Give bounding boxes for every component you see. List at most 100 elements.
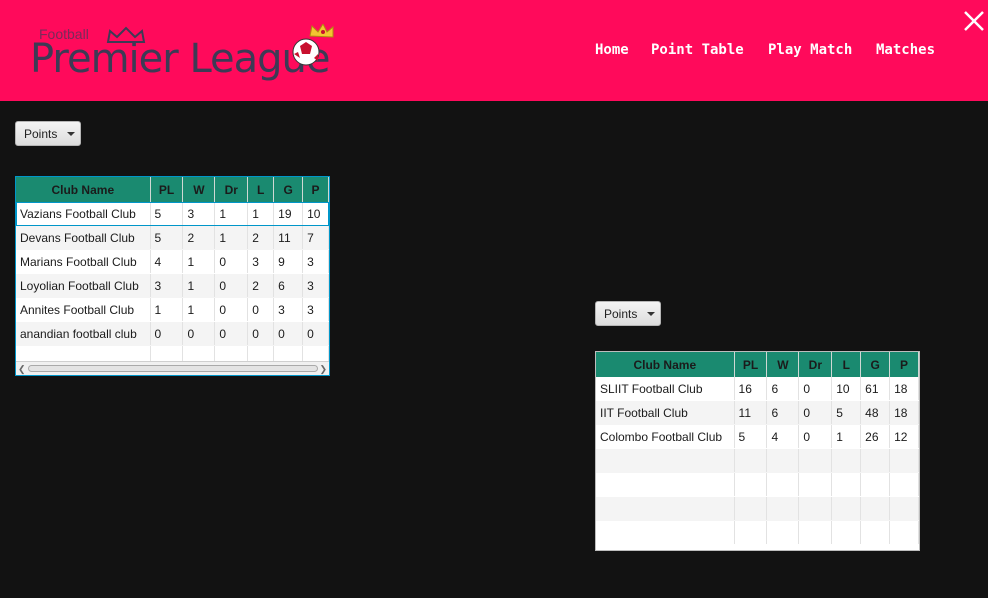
table-cell: 0 [215, 322, 249, 345]
table-cell: 4 [151, 250, 184, 273]
table-cell: 2 [248, 226, 275, 249]
table-cell: 3 [303, 250, 329, 273]
table-cell: 16 [735, 377, 768, 400]
table-cell: 61 [861, 377, 891, 400]
right-sort-dropdown[interactable]: Points [595, 301, 661, 326]
table-cell: 1 [183, 250, 216, 273]
football-crown-icon [292, 24, 334, 66]
table-cell: 4 [767, 425, 800, 448]
left-table-scrollbar[interactable]: ❮ ❯ [16, 361, 329, 375]
table-row[interactable] [596, 521, 919, 545]
close-icon[interactable] [962, 9, 986, 33]
table-cell: 0 [215, 298, 249, 321]
table-row[interactable]: SLIIT Football Club 16 6 0 10 61 18 [596, 377, 919, 401]
column-header[interactable]: Dr [215, 177, 249, 202]
table-row[interactable]: anandian football club 0 0 0 0 0 0 [16, 322, 329, 346]
table-cell [832, 497, 862, 520]
column-header[interactable]: L [248, 177, 275, 202]
table-cell: 18 [890, 401, 919, 424]
table-cell [735, 497, 768, 520]
table-cell: 48 [861, 401, 891, 424]
table-cell: Devans Football Club [16, 226, 151, 249]
table-row[interactable] [596, 449, 919, 473]
chevron-down-icon [67, 131, 76, 136]
scrollbar-thumb[interactable] [28, 365, 318, 372]
table-cell: 0 [215, 250, 249, 273]
table-cell: 6 [274, 274, 304, 297]
table-cell: 0 [799, 377, 833, 400]
right-table-header: Club Name PL W Dr L G P [596, 352, 919, 377]
table-cell [861, 449, 891, 472]
column-header[interactable]: Club Name [16, 177, 151, 202]
table-row[interactable]: Colombo Football Club 5 4 0 1 26 12 [596, 425, 919, 449]
table-cell [799, 497, 833, 520]
table-row[interactable]: IIT Football Club 11 6 0 5 48 18 [596, 401, 919, 425]
table-row[interactable]: Devans Football Club 5 2 1 2 11 7 [16, 226, 329, 250]
table-cell: 19 [274, 202, 304, 225]
table-cell: Marians Football Club [16, 250, 151, 273]
table-cell [767, 473, 800, 496]
table-cell: 1 [248, 202, 275, 225]
table-cell: 1 [183, 298, 216, 321]
table-cell: 0 [274, 322, 304, 345]
table-cell: 1 [151, 298, 184, 321]
table-cell [861, 473, 891, 496]
table-row[interactable]: Annites Football Club 1 1 0 0 3 3 [16, 298, 329, 322]
right-table-body: SLIIT Football Club 16 6 0 10 61 18 IIT Footbal… [596, 377, 919, 545]
table-cell: 10 [303, 202, 329, 225]
left-points-table[interactable]: Club Name PL W Dr L G P Vazians Football Club 5… [15, 176, 330, 376]
table-cell: 6 [767, 401, 800, 424]
nav-matches[interactable]: Matches [876, 42, 935, 58]
table-cell [890, 473, 919, 496]
table-cell: 12 [890, 425, 919, 448]
table-cell: 0 [215, 274, 249, 297]
table-cell: 1 [215, 226, 249, 249]
nav-play-match[interactable]: Play Match [768, 42, 852, 58]
column-header[interactable]: L [832, 352, 862, 377]
scroll-left-icon[interactable]: ❮ [18, 364, 26, 375]
column-header[interactable]: P [303, 177, 329, 202]
table-cell: 11 [274, 226, 304, 249]
column-header[interactable]: W [183, 177, 216, 202]
table-cell [799, 473, 833, 496]
table-cell: 3 [303, 298, 329, 321]
table-cell [890, 497, 919, 520]
table-cell: 1 [215, 202, 249, 225]
table-cell: 0 [303, 322, 329, 345]
right-points-table[interactable]: Club Name PL W Dr L G P SLIIT Football Club 16 6… [595, 351, 920, 551]
table-cell [596, 473, 735, 496]
table-cell: 5 [151, 202, 184, 225]
table-cell: 3 [303, 274, 329, 297]
column-header[interactable]: G [861, 352, 891, 377]
table-cell [890, 521, 919, 544]
nav-point-table[interactable]: Point Table [651, 42, 744, 58]
scroll-right-icon[interactable]: ❯ [319, 364, 327, 375]
table-row[interactable]: Vazians Football Club 5 3 1 1 19 10 [16, 202, 329, 226]
column-header[interactable]: PL [151, 177, 184, 202]
table-cell [799, 449, 833, 472]
table-cell: 26 [861, 425, 891, 448]
table-row[interactable] [596, 497, 919, 521]
table-cell [832, 473, 862, 496]
table-cell [832, 449, 862, 472]
table-cell: 0 [183, 322, 216, 345]
left-sort-dropdown[interactable]: Points [15, 121, 81, 146]
column-header[interactable]: Club Name [596, 352, 735, 377]
table-cell [861, 497, 891, 520]
column-header[interactable]: PL [735, 352, 768, 377]
left-table-header: Club Name PL W Dr L G P [16, 177, 329, 202]
table-cell: 2 [248, 274, 275, 297]
table-row[interactable]: Marians Football Club 4 1 0 3 9 3 [16, 250, 329, 274]
column-header[interactable]: W [767, 352, 800, 377]
table-row[interactable] [596, 473, 919, 497]
nav-home[interactable]: Home [595, 42, 629, 58]
column-header[interactable]: G [274, 177, 304, 202]
table-cell: 3 [248, 250, 275, 273]
table-cell: 5 [151, 226, 184, 249]
table-cell: anandian football club [16, 322, 151, 345]
column-header[interactable]: Dr [799, 352, 833, 377]
chevron-down-icon [647, 311, 656, 316]
table-row[interactable]: Loyolian Football Club 3 1 0 2 6 3 [16, 274, 329, 298]
table-cell: 3 [151, 274, 184, 297]
column-header[interactable]: P [890, 352, 919, 377]
